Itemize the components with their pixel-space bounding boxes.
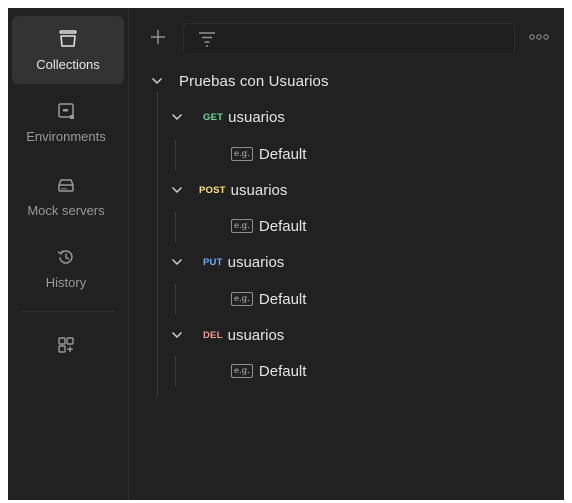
- chevron-down-icon[interactable]: [169, 327, 185, 343]
- add-workbench-icon: [58, 337, 74, 353]
- request-row-del[interactable]: DEL usuarios: [169, 322, 284, 348]
- sidebar-item-label: Environments: [26, 128, 106, 144]
- example-icon: e.g.: [231, 292, 253, 306]
- example-row[interactable]: e.g. Default: [231, 286, 306, 312]
- example-name: Default: [258, 290, 307, 308]
- sidebar: Collections Environments Mock servers Hi…: [8, 8, 129, 500]
- toolbar: [129, 8, 564, 56]
- chevron-down-icon[interactable]: [169, 109, 185, 125]
- example-name: Default: [258, 145, 307, 163]
- example-name: Default: [258, 362, 307, 380]
- collections-panel: Collections Environments Mock servers Hi…: [8, 8, 564, 500]
- request-name: usuarios: [228, 108, 285, 126]
- method-badge: DEL: [203, 329, 223, 341]
- environments-icon: [58, 102, 74, 119]
- sidebar-item-add-workbench[interactable]: [8, 312, 124, 380]
- collections-icon: [59, 29, 77, 47]
- mock-servers-icon: [58, 178, 74, 192]
- sidebar-item-label: Mock servers: [27, 202, 105, 218]
- add-collection-button[interactable]: [147, 26, 169, 48]
- collection-row[interactable]: Pruebas con Usuarios: [149, 68, 329, 94]
- sidebar-item-mock-servers[interactable]: Mock servers: [8, 162, 124, 230]
- example-icon: e.g.: [231, 364, 253, 378]
- example-icon: e.g.: [231, 147, 253, 161]
- chevron-down-icon[interactable]: [169, 254, 185, 270]
- more-options-icon: [529, 34, 549, 40]
- more-options-button[interactable]: [528, 30, 550, 44]
- sidebar-item-label: History: [45, 274, 87, 290]
- example-row[interactable]: e.g. Default: [231, 213, 306, 239]
- history-icon: [57, 249, 73, 264]
- example-name: Default: [258, 217, 307, 235]
- sidebar-item-history[interactable]: History: [8, 234, 124, 302]
- request-name: usuarios: [227, 253, 285, 271]
- tree-guide-line: [157, 92, 158, 398]
- collection-name: Pruebas con Usuarios: [179, 72, 329, 90]
- chevron-down-icon[interactable]: [169, 182, 185, 198]
- filter-icon: [199, 32, 215, 47]
- sidebar-item-environments[interactable]: Environments: [8, 88, 124, 156]
- request-row-get[interactable]: GET usuarios: [169, 104, 285, 130]
- sidebar-item-label: Collections: [36, 56, 100, 72]
- request-row-post[interactable]: POST usuarios: [169, 177, 287, 203]
- method-badge: GET: [203, 111, 224, 123]
- example-row[interactable]: e.g. Default: [231, 141, 306, 167]
- example-row[interactable]: e.g. Default: [231, 358, 306, 384]
- filter-input[interactable]: [183, 23, 515, 55]
- tree-guide-line: [175, 140, 176, 170]
- method-badge: PUT: [203, 256, 223, 268]
- plus-icon: [151, 30, 165, 44]
- tree-guide-line: [175, 284, 176, 314]
- request-row-put[interactable]: PUT usuarios: [169, 249, 284, 275]
- request-name: usuarios: [230, 181, 288, 199]
- tree-guide-line: [175, 212, 176, 242]
- chevron-down-icon[interactable]: [149, 73, 165, 89]
- sidebar-item-collections[interactable]: Collections: [12, 16, 124, 84]
- method-badge: POST: [199, 184, 226, 196]
- request-name: usuarios: [227, 326, 285, 344]
- example-icon: e.g.: [231, 219, 253, 233]
- collections-main: Pruebas con Usuarios GET usuarios e.g. D…: [129, 8, 564, 500]
- tree-guide-line: [175, 356, 176, 386]
